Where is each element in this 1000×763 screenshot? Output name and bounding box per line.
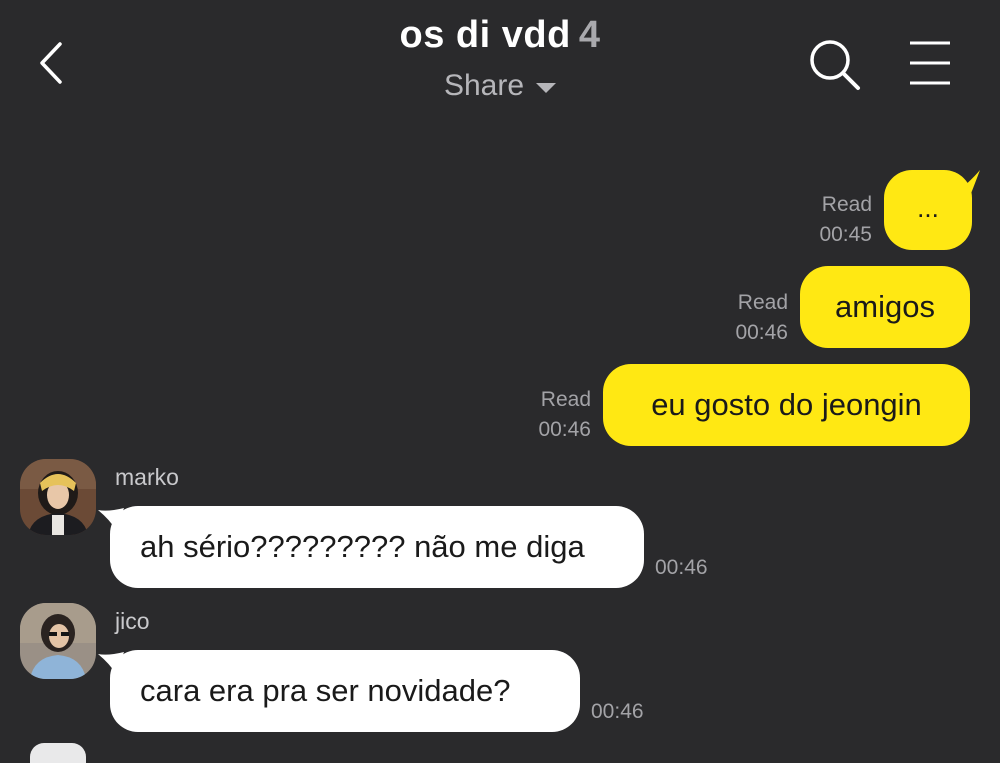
message-bubble[interactable]: eu gosto do jeongin <box>603 364 970 446</box>
profile-photo-icon <box>20 459 96 535</box>
next-avatar-partial <box>30 743 86 763</box>
message-meta: Read 00:45 <box>790 190 872 250</box>
avatar[interactable] <box>20 603 96 679</box>
avatar[interactable] <box>20 459 96 535</box>
message-text: amigos <box>835 289 935 324</box>
message-time: 00:45 <box>819 223 872 246</box>
message-text: eu gosto do jeongin <box>651 387 922 422</box>
message-text: ah sério????????? não me diga <box>140 529 585 564</box>
message-meta: Read 00:46 <box>700 288 788 348</box>
message-bubble[interactable]: cara era pra ser novidade? <box>110 650 580 732</box>
message-bubble[interactable]: amigos <box>800 266 970 348</box>
profile-photo-icon <box>20 603 96 679</box>
message-time: 00:46 <box>591 700 644 723</box>
sender-name[interactable]: jico <box>115 608 150 635</box>
message-bubble[interactable]: ah sério????????? não me diga <box>110 506 644 588</box>
message-list[interactable]: Read 00:45 ... Read 00:46 amigos Read 00… <box>0 0 1000 763</box>
message-bubble[interactable]: ... <box>884 170 972 250</box>
read-status: Read <box>737 291 788 314</box>
message-time: 00:46 <box>655 556 708 579</box>
read-status: Read <box>540 388 591 411</box>
message-meta: Read 00:46 <box>500 385 591 445</box>
message-time: 00:46 <box>735 321 788 344</box>
message-time: 00:46 <box>538 418 591 441</box>
message-text: cara era pra ser novidade? <box>140 673 511 708</box>
read-status: Read <box>821 193 872 216</box>
message-text: ... <box>917 192 939 223</box>
sender-name[interactable]: marko <box>115 464 179 491</box>
